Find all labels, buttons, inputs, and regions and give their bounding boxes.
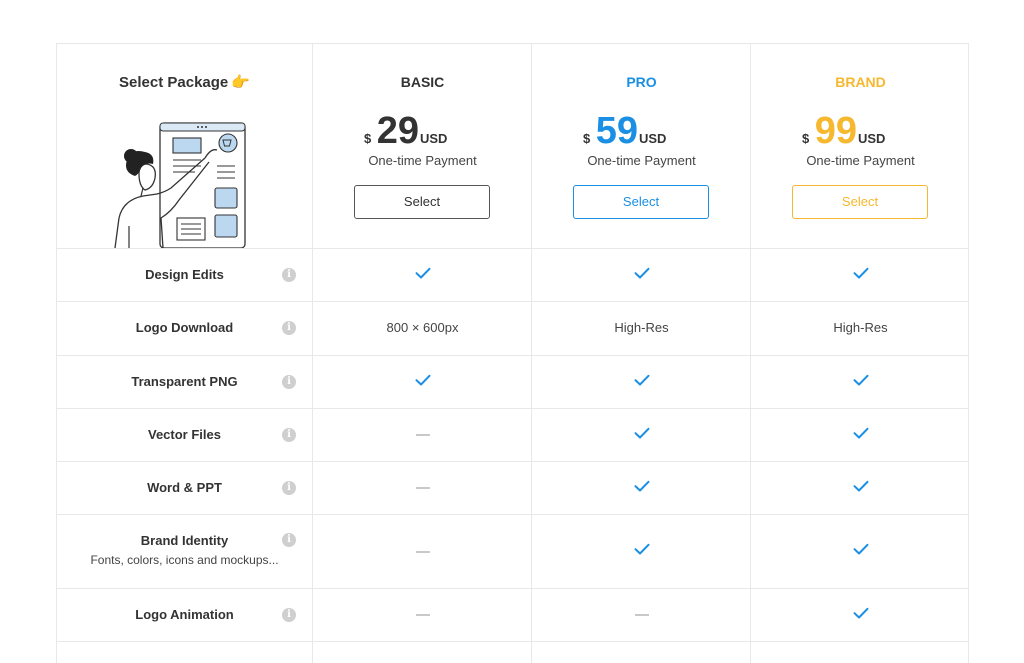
plan-brand: BRAND $ 99USD One-time Payment Select bbox=[751, 44, 970, 248]
feature-cell bbox=[313, 374, 532, 390]
feature-cell bbox=[532, 374, 751, 390]
dash-icon bbox=[415, 487, 430, 490]
info-icon[interactable]: i bbox=[282, 268, 296, 282]
feature-name: Vector Files bbox=[148, 427, 221, 442]
payment-type: One-time Payment bbox=[806, 153, 915, 168]
feature-description: Fonts, colors, icons and mockups... bbox=[90, 553, 279, 567]
info-icon[interactable]: i bbox=[282, 608, 296, 622]
row-divider bbox=[57, 641, 968, 642]
feature-cell bbox=[532, 607, 751, 623]
info-icon[interactable]: i bbox=[282, 375, 296, 389]
select-brand-button[interactable]: Select bbox=[792, 185, 928, 219]
select-basic-button[interactable]: Select bbox=[354, 185, 490, 219]
feature-cell bbox=[751, 427, 970, 443]
plan-price: $ 99USD bbox=[802, 112, 885, 150]
plan-pro: PRO $ 59USD One-time Payment Select bbox=[532, 44, 751, 248]
plan-price: $ 29USD bbox=[364, 112, 447, 150]
person-browsing-illustration bbox=[114, 122, 246, 248]
feature-cell bbox=[532, 267, 751, 283]
plan-name: BASIC bbox=[400, 74, 445, 90]
dash-icon bbox=[415, 614, 430, 617]
feature-cell bbox=[313, 267, 532, 283]
feature-value: High-Res bbox=[614, 320, 669, 335]
feature-cell bbox=[532, 543, 751, 559]
plan-name: BRAND bbox=[835, 74, 886, 90]
price-amount: 29 bbox=[376, 110, 419, 152]
price-amount: 59 bbox=[595, 110, 638, 152]
row-divider bbox=[57, 408, 968, 409]
info-icon[interactable]: i bbox=[282, 533, 296, 547]
row-divider bbox=[57, 514, 968, 515]
check-icon bbox=[853, 543, 869, 559]
feature-label: Transparent PNG bbox=[57, 374, 312, 389]
feature-cell bbox=[313, 543, 532, 559]
info-icon[interactable]: i bbox=[282, 321, 296, 335]
select-pro-button[interactable]: Select bbox=[573, 185, 709, 219]
feature-label: Logo Download bbox=[57, 320, 312, 335]
check-icon bbox=[853, 374, 869, 390]
row-divider bbox=[57, 588, 968, 589]
select-package-title: Select Package 👉 bbox=[57, 73, 312, 91]
info-icon[interactable]: i bbox=[282, 428, 296, 442]
check-icon bbox=[634, 480, 650, 496]
select-package-label: Select Package bbox=[119, 74, 229, 91]
feature-name: Brand Identity bbox=[140, 533, 229, 548]
row-divider bbox=[57, 461, 968, 462]
feature-label: Design Edits bbox=[57, 267, 312, 282]
package-header: Select Package 👉 bbox=[57, 44, 312, 248]
dash-icon bbox=[415, 434, 430, 437]
currency-symbol: $ bbox=[802, 131, 810, 146]
dash-icon bbox=[415, 550, 430, 553]
feature-name: Transparent PNG bbox=[131, 374, 238, 389]
price-amount: 99 bbox=[814, 110, 857, 152]
check-icon bbox=[415, 267, 431, 283]
check-icon bbox=[853, 607, 869, 623]
payment-type: One-time Payment bbox=[368, 153, 477, 168]
feature-label: Word & PPT bbox=[57, 480, 312, 495]
row-divider bbox=[57, 248, 968, 249]
feature-cell bbox=[751, 607, 970, 623]
row-divider bbox=[57, 301, 968, 302]
feature-cell bbox=[313, 607, 532, 623]
payment-type: One-time Payment bbox=[587, 153, 696, 168]
feature-cell bbox=[532, 427, 751, 443]
check-icon bbox=[853, 480, 869, 496]
feature-cell bbox=[532, 480, 751, 496]
price-unit: USD bbox=[638, 131, 667, 146]
feature-cell bbox=[313, 427, 532, 443]
feature-value: 800 × 600px bbox=[386, 320, 459, 335]
currency-symbol: $ bbox=[583, 131, 591, 146]
check-icon bbox=[634, 427, 650, 443]
plan-name: PRO bbox=[626, 74, 657, 90]
feature-value: High-Res bbox=[833, 320, 888, 335]
dash-icon bbox=[634, 614, 649, 617]
feature-label: Vector Files bbox=[57, 427, 312, 442]
check-icon bbox=[634, 543, 650, 559]
pricing-table: Select Package 👉 BASIC $ 29USD One-time … bbox=[56, 43, 969, 663]
feature-name: Design Edits bbox=[145, 267, 224, 282]
feature-label: Brand Identity Fonts, colors, icons and m… bbox=[57, 533, 312, 567]
feature-cell bbox=[751, 543, 970, 559]
feature-cell bbox=[751, 267, 970, 283]
price-unit: USD bbox=[419, 131, 448, 146]
feature-name: Logo Animation bbox=[135, 607, 234, 622]
check-icon bbox=[634, 374, 650, 390]
feature-name: Word & PPT bbox=[147, 480, 222, 495]
info-icon[interactable]: i bbox=[282, 481, 296, 495]
check-icon bbox=[634, 267, 650, 283]
check-icon bbox=[853, 267, 869, 283]
pointing-hand-icon: 👉 bbox=[231, 74, 250, 91]
row-divider bbox=[57, 355, 968, 356]
check-icon bbox=[415, 374, 431, 390]
plan-price: $ 59USD bbox=[583, 112, 666, 150]
price-unit: USD bbox=[857, 131, 886, 146]
feature-cell bbox=[751, 480, 970, 496]
feature-cell bbox=[313, 480, 532, 496]
feature-cell bbox=[751, 374, 970, 390]
currency-symbol: $ bbox=[364, 131, 372, 146]
feature-label: Logo Animation bbox=[57, 607, 312, 622]
check-icon bbox=[853, 427, 869, 443]
feature-name: Logo Download bbox=[135, 320, 234, 335]
plan-basic: BASIC $ 29USD One-time Payment Select bbox=[313, 44, 532, 248]
